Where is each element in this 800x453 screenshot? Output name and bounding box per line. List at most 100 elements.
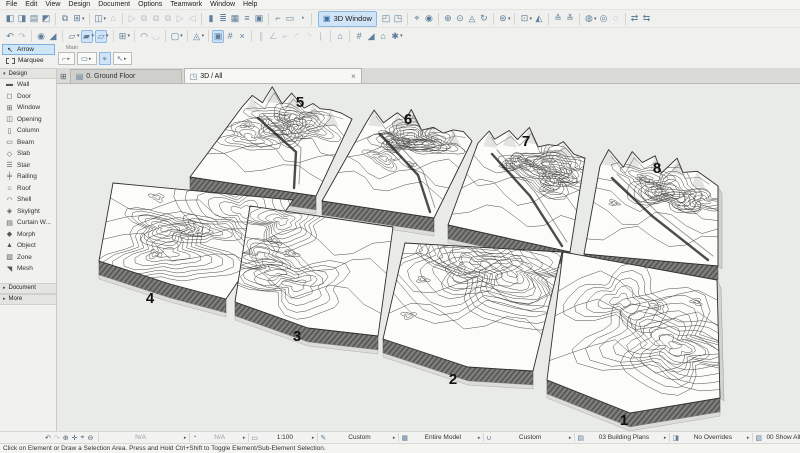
menu-help[interactable]: Help bbox=[239, 1, 261, 8]
beam-tool-icon[interactable]: ≣ bbox=[217, 12, 229, 25]
dropdown-caret[interactable]: ▸ bbox=[124, 56, 127, 62]
home-story-icon[interactable]: ⌂ bbox=[334, 30, 346, 43]
slope-icon[interactable]: ◢ bbox=[365, 30, 377, 43]
tool-zone[interactable]: ▧Zone bbox=[0, 252, 56, 264]
perspective-icon[interactable]: ◰ bbox=[380, 12, 392, 25]
tab-ground-floor[interactable]: ▤0. Ground Floor bbox=[70, 69, 182, 83]
release-icon[interactable]: ⧉ bbox=[162, 12, 174, 25]
undo-icon[interactable]: ↶ bbox=[4, 30, 16, 43]
zoom-out-icon[interactable]: ⊖ bbox=[87, 434, 93, 442]
dropdown-caret[interactable]: ▾ bbox=[106, 33, 109, 39]
trim-icon[interactable]: ⌐ bbox=[279, 30, 291, 43]
tool-morph[interactable]: ◆Morph bbox=[0, 229, 56, 241]
column-tool-icon[interactable]: ▮ bbox=[205, 12, 217, 25]
pick-up-parameters-icon[interactable]: ◉ bbox=[35, 30, 47, 43]
mark-up-icon[interactable]: ≙ bbox=[552, 12, 564, 25]
default-settings-widget[interactable]: ⌐▸ bbox=[58, 52, 75, 65]
capture-icon[interactable]: ◌ bbox=[610, 12, 622, 25]
tool-slab[interactable]: ◇Slab bbox=[0, 148, 56, 160]
renovation-filter-field[interactable]: ∪Custom▸ bbox=[484, 433, 574, 443]
explode-icon[interactable]: × bbox=[236, 30, 248, 43]
dropdown-caret[interactable]: ▸ bbox=[478, 435, 481, 441]
axonometry-icon[interactable]: ◳ bbox=[392, 12, 404, 25]
zone-tool-icon[interactable]: ▣ bbox=[253, 12, 265, 25]
forward-icon[interactable]: ▷ bbox=[174, 12, 186, 25]
dropdown-caret[interactable]: ▸ bbox=[393, 435, 396, 441]
roof-level-icon[interactable]: ⌂ bbox=[377, 30, 389, 43]
tool-beam[interactable]: ▭Beam bbox=[0, 137, 56, 149]
tool-stair[interactable]: ☰Stair bbox=[0, 160, 56, 172]
pen-set-field[interactable]: ✎Custom▸ bbox=[318, 433, 398, 443]
save-icon[interactable]: ▤ bbox=[28, 12, 40, 25]
home-icon[interactable]: ⌂ bbox=[107, 12, 119, 25]
go-back-icon[interactable]: ↶ bbox=[45, 434, 51, 442]
receive-changes-icon[interactable]: ⧉ bbox=[138, 12, 150, 25]
xref-icon[interactable]: ⇆ bbox=[641, 12, 653, 25]
orbit-icon[interactable]: ◉ bbox=[423, 12, 435, 25]
tab-3d-all[interactable]: ◳3D / All× bbox=[184, 68, 362, 83]
offset-icon[interactable]: ◝ bbox=[303, 30, 315, 43]
dropdown-caret[interactable]: ▾ bbox=[202, 33, 205, 39]
walk-icon[interactable]: ⌖ bbox=[411, 12, 423, 25]
tool-curtain-wall[interactable]: ▤Curtain W... bbox=[0, 217, 56, 229]
section-icon[interactable]: ⌐ bbox=[272, 12, 284, 25]
tab-close-icon[interactable]: × bbox=[351, 72, 356, 81]
dropdown-caret[interactable]: ▾ bbox=[82, 16, 85, 22]
arrow-mode-widget[interactable]: ↖▸ bbox=[113, 52, 132, 65]
dropdown-caret[interactable]: ▸ bbox=[747, 435, 750, 441]
suspend-groups-icon[interactable]: # bbox=[224, 30, 236, 43]
zoom-level-field[interactable]: N/A▸ bbox=[99, 433, 189, 443]
dropdown-caret[interactable]: ▾ bbox=[104, 16, 107, 22]
organizer-icon[interactable]: ⧉ bbox=[59, 12, 71, 25]
tool-column[interactable]: ▯Column bbox=[0, 125, 56, 137]
dropdown-caret[interactable]: ▸ bbox=[243, 435, 246, 441]
scale-field[interactable]: ▭1:100▸ bbox=[249, 433, 317, 443]
dropdown-caret[interactable]: ▸ bbox=[312, 435, 315, 441]
zoom-selection-icon[interactable]: ⊙ bbox=[454, 12, 466, 25]
stretch-icon[interactable]: ⌊ bbox=[315, 30, 327, 43]
tool-wall[interactable]: ▬Wall bbox=[0, 79, 56, 91]
tool-mesh[interactable]: ◥Mesh bbox=[0, 263, 56, 275]
dropdown-caret[interactable]: ▸ bbox=[89, 56, 92, 62]
elevation-icon[interactable]: ▭ bbox=[284, 12, 296, 25]
structure-display-field[interactable]: ▦Entire Model▸ bbox=[399, 433, 483, 443]
menu-view[interactable]: View bbox=[41, 1, 64, 8]
graphic-override-field[interactable]: ◨No Overrides▸ bbox=[670, 433, 752, 443]
fillet-icon[interactable]: ◜ bbox=[291, 30, 303, 43]
edit-plane-icon[interactable]: # bbox=[353, 30, 365, 43]
dropdown-caret[interactable]: ▾ bbox=[594, 16, 597, 22]
render-settings-icon[interactable]: ◎ bbox=[598, 12, 610, 25]
dropdown-caret[interactable]: ▸ bbox=[664, 435, 667, 441]
3d-window-button[interactable]: ▣3D Window bbox=[318, 11, 377, 27]
split-icon[interactable]: ∥ bbox=[255, 30, 267, 43]
dropdown-caret[interactable]: ▸ bbox=[67, 56, 70, 62]
layer-combination-field[interactable]: ▤03 Building Plans▸ bbox=[575, 433, 669, 443]
quick-layout-icon[interactable]: ⊞ bbox=[60, 72, 67, 81]
go-forward-icon[interactable]: ↷ bbox=[54, 434, 60, 442]
tool-railing[interactable]: ╪Railing bbox=[0, 171, 56, 183]
wall-tool-icon[interactable]: ≡ bbox=[241, 12, 253, 25]
tool-opening[interactable]: ◫Opening bbox=[0, 114, 56, 126]
zoom-in-icon[interactable]: ⊕ bbox=[63, 434, 69, 442]
editing-plane-icon[interactable]: ◭ bbox=[533, 12, 545, 25]
dropdown-caret[interactable]: ▾ bbox=[128, 33, 131, 39]
marquee-tool-button[interactable]: Marquee bbox=[2, 55, 55, 66]
menu-document[interactable]: Document bbox=[94, 1, 134, 8]
dropdown-caret[interactable]: ▾ bbox=[77, 33, 80, 39]
arrow-tool-button[interactable]: ↖ Arrow bbox=[2, 44, 55, 55]
guide-lines-icon[interactable]: ◠ bbox=[138, 30, 150, 43]
dropdown-caret[interactable]: ▾ bbox=[400, 33, 403, 39]
toolbox-section-more[interactable]: ▸More bbox=[0, 294, 56, 305]
3d-viewport[interactable]: 56784321 bbox=[57, 84, 800, 431]
dropdown-caret[interactable]: ▾ bbox=[529, 16, 532, 22]
tool-window[interactable]: ⊞Window bbox=[0, 102, 56, 114]
tool-skylight[interactable]: ◈Skylight bbox=[0, 206, 56, 218]
redo-icon[interactable]: ↷ bbox=[16, 30, 28, 43]
hotlink-icon[interactable]: ⇄ bbox=[629, 12, 641, 25]
toolbox-section-document[interactable]: ▸Document bbox=[0, 283, 56, 294]
slab-tool-icon[interactable]: ▦ bbox=[229, 12, 241, 25]
menu-file[interactable]: File bbox=[2, 1, 21, 8]
dropdown-caret[interactable]: ▸ bbox=[569, 435, 572, 441]
tool-door[interactable]: ◻Door bbox=[0, 91, 56, 103]
tool-object[interactable]: ▲Object bbox=[0, 240, 56, 252]
